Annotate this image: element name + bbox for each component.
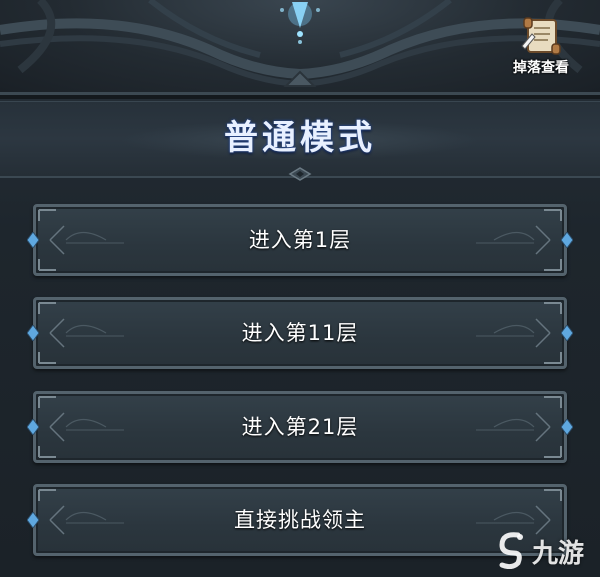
enter-floor-11-label: 进入第11层: [241, 321, 359, 345]
enter-floor-1-label: 进入第1层: [248, 228, 352, 252]
scroll-icon: [521, 17, 561, 55]
challenge-boss-button[interactable]: 直接挑战领主: [27, 484, 567, 556]
enter-floor-21-button[interactable]: 进入第21层: [27, 391, 573, 463]
jiuyou-logo-icon: [499, 532, 523, 569]
challenge-boss-label: 直接挑战领主: [234, 508, 366, 532]
game-screen: 掉落查看 普通模式 进入第1层 进入第11层 进入第21层 直接挑战领主 九游: [0, 0, 600, 577]
watermark-text: 九游: [532, 539, 585, 569]
loot-view-label: 掉落查看: [513, 60, 569, 76]
enter-floor-11-button[interactable]: 进入第11层: [27, 297, 573, 369]
loot-view-button[interactable]: 掉落查看: [504, 16, 578, 78]
diamond-ornament-icon: [288, 167, 312, 181]
page-title: 普通模式: [224, 118, 376, 158]
watermark: 九游: [494, 529, 590, 569]
enter-floor-1-button[interactable]: 进入第1层: [27, 204, 573, 276]
header-divider: [0, 95, 600, 99]
enter-floor-21-label: 进入第21层: [241, 415, 359, 439]
